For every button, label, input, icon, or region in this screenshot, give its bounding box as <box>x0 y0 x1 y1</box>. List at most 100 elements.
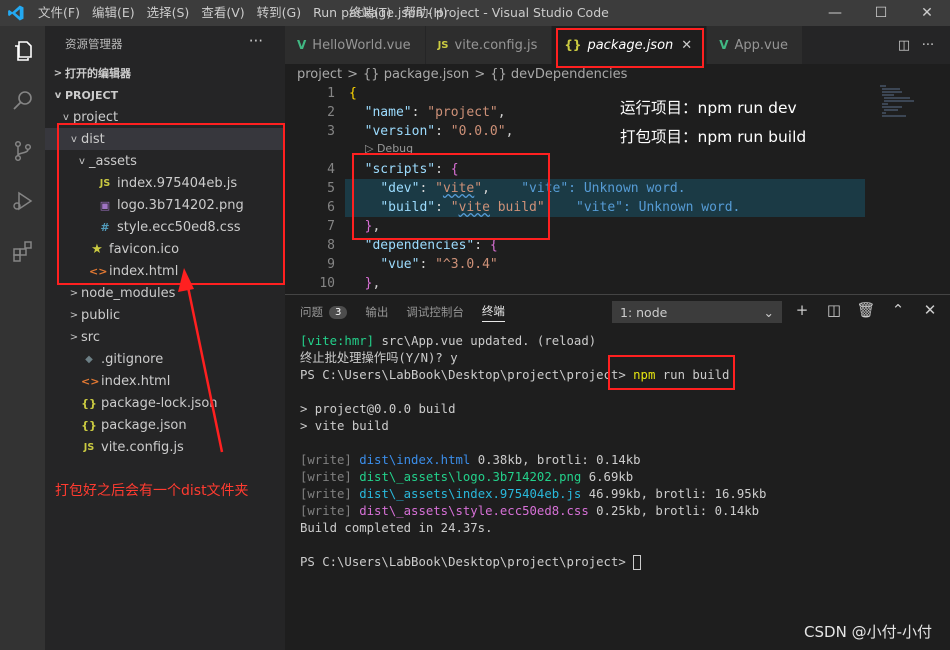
panel-tab-label: 终端 <box>481 303 505 318</box>
close-window-button[interactable]: ✕ <box>904 0 950 26</box>
chevron-right-icon: > <box>69 287 79 299</box>
chevron-down-icon: v <box>79 155 85 167</box>
panel-tab[interactable]: 调试控制台 <box>406 304 464 320</box>
breadcrumb-separator: > <box>474 66 486 82</box>
tree-item[interactable]: JS vite.config.js <box>45 436 285 458</box>
menu-item[interactable]: Run <box>307 0 343 26</box>
tree-item[interactable]: ▣ logo.3b714202.png <box>45 194 285 216</box>
tree-item[interactable]: ★ favicon.ico <box>45 238 285 260</box>
line-number: 6 <box>327 200 335 215</box>
more-actions-icon[interactable]: ··· <box>916 38 940 53</box>
split-terminal-icon[interactable]: ◫ <box>818 301 850 319</box>
explorer-header: 资源管理器 ··· <box>45 26 285 62</box>
tree-item[interactable]: # style.ecc50ed8.css <box>45 216 285 238</box>
tree-item[interactable]: > public <box>45 304 285 326</box>
breadcrumb-item[interactable]: {} devDependencies <box>490 67 627 82</box>
extensions-icon[interactable] <box>0 226 45 276</box>
code-line[interactable]: 8 "dependencies": { <box>285 236 950 255</box>
menu-item[interactable]: 终端(T) <box>343 0 397 26</box>
code-editor[interactable]: 1{2 "name": "project", 3 "version": "0.0.… <box>285 84 950 294</box>
terminal-output[interactable]: [vite:hmr] src\App.vue updated. (reload)… <box>300 333 940 571</box>
file-type-icon: {} <box>564 38 582 52</box>
code-line[interactable]: 1{ <box>285 84 950 103</box>
chevron-down-icon: v <box>63 111 69 123</box>
file-type-icon: {} <box>81 396 97 410</box>
code-line[interactable]: 9 "vue": "^3.0.4" <box>285 255 950 274</box>
tree-item[interactable]: v _assets <box>45 150 285 172</box>
menu-item[interactable]: 文件(F) <box>32 0 86 26</box>
code-line[interactable]: 10 }, <box>285 274 950 293</box>
code-text: "build": "vite build" "vite": Unknown wo… <box>380 200 741 215</box>
menu-bar: 文件(F) 编辑(E) 选择(S) 查看(V) 转到(G) Run 终端(T) 帮助(H) <box>32 0 454 26</box>
close-tab-icon[interactable]: ✕ <box>681 38 692 53</box>
close-panel-icon[interactable]: ✕ <box>914 301 946 319</box>
code-line[interactable]: 2 "name": "project", <box>285 103 950 122</box>
code-line[interactable]: 6 "build": "vite build" "vite": Unknown … <box>285 198 950 217</box>
tree-item[interactable]: <> index.html <box>45 260 285 282</box>
terminal-select-value: 1: node <box>620 304 668 320</box>
editor-tab[interactable]: {} package.json ✕ <box>552 26 708 64</box>
tree-item-label: package.json <box>101 417 187 433</box>
explorer-icon[interactable] <box>0 26 45 76</box>
menu-item[interactable]: 转到(G) <box>251 0 307 26</box>
terminal-select[interactable]: 1: node ⌄ <box>612 301 782 323</box>
editor-tab[interactable]: V HelloWorld.vue <box>285 26 426 64</box>
minimize-button[interactable]: — <box>812 0 858 26</box>
more-actions-icon[interactable]: ··· <box>249 32 263 50</box>
run-annotation: 运行项目：npm run dev <box>620 99 797 117</box>
code-line[interactable]: 3 "version": "0.0.0", <box>285 122 950 141</box>
new-terminal-icon[interactable]: + <box>786 301 818 319</box>
menu-item[interactable]: 编辑(E) <box>86 0 141 26</box>
file-tree: v project v dist v _assets JS index.975404eb.js… <box>45 106 285 458</box>
trash-icon[interactable]: 🗑 <box>850 301 882 319</box>
tree-item-label: node_modules <box>81 285 176 301</box>
tree-item[interactable]: v dist <box>45 128 285 150</box>
split-editor-icon[interactable]: ◫ <box>892 38 916 53</box>
tree-item-label: index.html <box>109 263 179 279</box>
file-type-icon: ▣ <box>99 198 111 212</box>
tree-item[interactable]: v project <box>45 106 285 128</box>
code-line[interactable]: 5 "dev": "vite", "vite": Unknown word. <box>285 179 950 198</box>
open-editors-section[interactable]: > 打开的编辑器 <box>45 62 285 84</box>
menu-item[interactable]: 帮助(H) <box>397 0 453 26</box>
editor-tabs: V HelloWorld.vue JS vite.config.js {} package… <box>285 26 950 64</box>
panel-tab[interactable]: 问题 3 <box>300 304 348 320</box>
code-line[interactable]: 7 }, <box>285 217 950 236</box>
menu-item[interactable]: 选择(S) <box>141 0 196 26</box>
tree-item[interactable]: > src <box>45 326 285 348</box>
tree-item[interactable]: {} package-lock.json <box>45 392 285 414</box>
line-number: 4 <box>327 162 335 177</box>
tree-item-label: _assets <box>89 153 137 169</box>
maximize-button[interactable]: ☐ <box>858 0 904 26</box>
panel-tab[interactable]: 输出 <box>365 304 388 320</box>
tree-item[interactable]: <> index.html <box>45 370 285 392</box>
editor-tab[interactable]: V App.vue <box>707 26 803 64</box>
tree-item[interactable]: {} package.json <box>45 414 285 436</box>
code-line[interactable]: 4 "scripts": { <box>285 160 950 179</box>
project-section[interactable]: v PROJECT <box>45 84 285 106</box>
source-control-icon[interactable] <box>0 126 45 176</box>
tree-item[interactable]: > node_modules <box>45 282 285 304</box>
debug-codelens[interactable]: ▷ Debug <box>365 142 413 155</box>
term-line-1: [vite:hmr] src\App.vue updated. (reload) <box>300 334 597 348</box>
menu-item[interactable]: 查看(V) <box>195 0 250 26</box>
minimap[interactable] <box>880 84 940 124</box>
search-icon[interactable] <box>0 76 45 126</box>
breadcrumb-item[interactable]: {} package.json <box>363 67 469 82</box>
tree-item[interactable]: ◆ .gitignore <box>45 348 285 370</box>
tree-item[interactable]: JS index.975404eb.js <box>45 172 285 194</box>
breadcrumb-item[interactable]: project <box>297 67 342 82</box>
open-editors-label: 打开的编辑器 <box>65 67 131 80</box>
editor-tab[interactable]: JS vite.config.js <box>425 26 553 64</box>
code-text: "vue": "^3.0.4" <box>380 257 498 272</box>
line-number: 10 <box>319 276 335 291</box>
tab-label: vite.config.js <box>454 37 538 53</box>
run-debug-icon[interactable] <box>0 176 45 226</box>
line-number: 5 <box>327 181 335 196</box>
build-annotation: 打包项目：npm run build <box>620 128 807 146</box>
file-type-icon: JS <box>83 441 95 453</box>
chevron-up-icon[interactable]: ⌃ <box>882 301 914 319</box>
panel-tab[interactable]: 终端 <box>481 303 505 322</box>
term-final-prompt: PS C:\Users\LabBook\Desktop\project\proj… <box>300 555 642 570</box>
file-type-icon: ◆ <box>85 353 93 365</box>
